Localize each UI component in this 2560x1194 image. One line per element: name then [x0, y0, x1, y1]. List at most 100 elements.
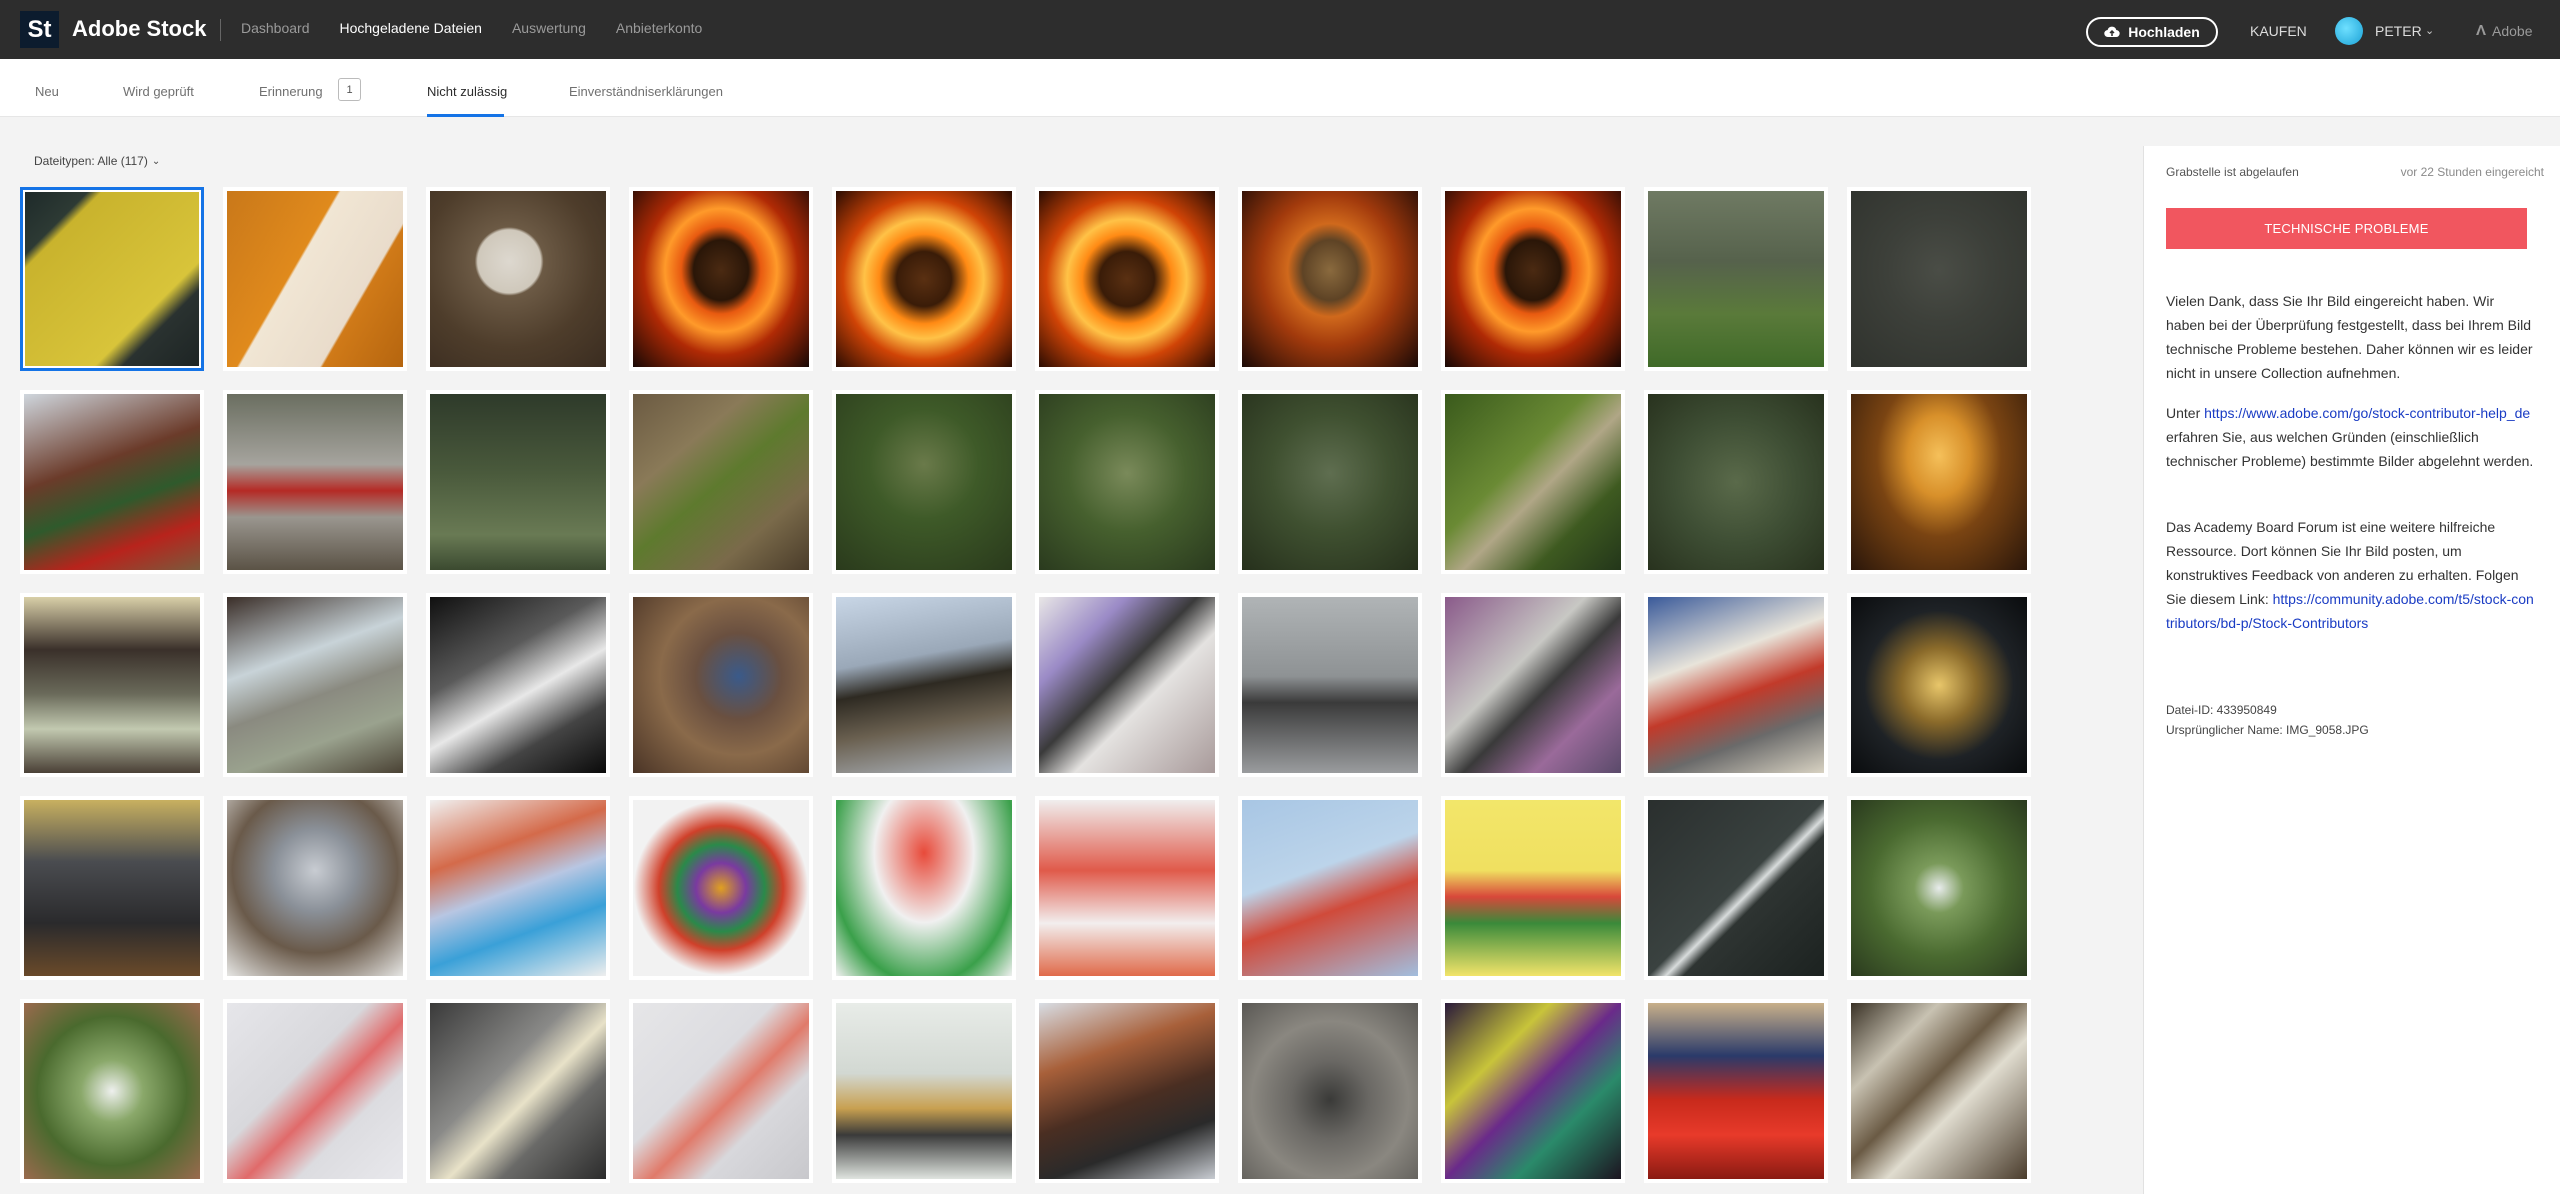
nav-contributor-account[interactable]: Anbieterkonto [616, 20, 702, 36]
app-title[interactable]: Adobe Stock [72, 16, 206, 42]
thumbnail-stairs-metal[interactable] [1847, 999, 2031, 1183]
file-id: Datei-ID: 433950849 [2166, 703, 2277, 717]
thumbnail-image [1851, 800, 2027, 976]
thumbnail-image [1445, 394, 1621, 570]
thumbnail-syringe-hand[interactable] [20, 999, 204, 1183]
tab-releases[interactable]: Einverständniserklärungen [569, 84, 723, 99]
thumbnail-graffiti-wall[interactable] [1035, 593, 1219, 777]
thumbnail-image [430, 1003, 606, 1179]
thumbnail-kid-drawing[interactable] [1441, 796, 1625, 980]
thumbnail-moss-stone[interactable] [1441, 390, 1625, 574]
thumbnail-image [23, 190, 201, 368]
rejection-title: Grabstelle ist abgelaufen [2166, 165, 2299, 179]
thumbnail-image [633, 1003, 809, 1179]
nav-uploaded-files[interactable]: Hochgeladene Dateien [340, 20, 482, 36]
thumbnail-buildings[interactable] [1035, 999, 1219, 1183]
thumbnail-snails-market[interactable] [629, 593, 813, 777]
thumbnail-bw-room[interactable] [426, 593, 610, 777]
tab-new[interactable]: Neu [35, 84, 59, 99]
thumbnail-door-handle[interactable] [223, 187, 407, 371]
tab-not-accepted[interactable]: Nicht zulässig [427, 84, 507, 99]
adobe-stock-logo[interactable]: St [20, 11, 59, 48]
thumbnail-stormtrooper[interactable] [1441, 593, 1625, 777]
reminder-count-badge: 1 [338, 78, 361, 101]
thumbnail-squirrel[interactable] [1238, 999, 1422, 1183]
thumbnail-moss-ornament-2[interactable] [1035, 390, 1219, 574]
thumbnail-moss-ornament-3[interactable] [1238, 390, 1422, 574]
thumbnail-mushroom-drawing[interactable] [832, 796, 1016, 980]
thumbnail-paint-splash[interactable] [629, 796, 813, 980]
rejection-message: Vielen Dank, dass Sie Ihr Bild eingereic… [2166, 293, 2533, 381]
thumbnail-image [1039, 800, 1215, 976]
thumbnail-image [1039, 394, 1215, 570]
tab-reminder[interactable]: Erinnerung [259, 84, 323, 99]
thumbnail-living-room[interactable] [223, 593, 407, 777]
thumbnail-street-art[interactable] [1644, 593, 1828, 777]
buy-link[interactable]: KAUFEN [2250, 23, 2307, 39]
nav-dashboard[interactable]: Dashboard [241, 20, 310, 36]
thumbnail-image [227, 597, 403, 773]
nav-insights[interactable]: Auswertung [512, 20, 586, 36]
avatar[interactable] [2335, 17, 2363, 45]
help-link[interactable]: https://www.adobe.com/go/stock-contribut… [2204, 405, 2530, 421]
thumbnail-graveyard-1[interactable] [1644, 187, 1828, 371]
thumbnail-sofa[interactable] [20, 796, 204, 980]
thumbnail-coffin-fire-4[interactable] [1238, 187, 1422, 371]
thumbnail-coffin-fire-3[interactable] [1035, 187, 1219, 371]
thumbnail-wire-baskets[interactable] [1441, 999, 1625, 1183]
thumbnail-lock-sign[interactable] [426, 187, 610, 371]
thumbnail-moss-ornament-1[interactable] [832, 390, 1016, 574]
thumbnail-moss-relief[interactable] [1644, 390, 1828, 574]
thumbnail-image [227, 800, 403, 976]
thumbnail-armchair-lamp[interactable] [20, 593, 204, 777]
thumbnail-grave-sign[interactable] [20, 187, 204, 371]
thumbnail-image [1445, 800, 1621, 976]
thumbnail-coffin-fire-5[interactable] [1441, 187, 1625, 371]
thumbnail-syringe-table[interactable] [426, 999, 610, 1183]
help-text-pre: Unter [2166, 405, 2205, 421]
thumbnail-image [836, 191, 1012, 367]
thumbnail-image [1851, 1003, 2027, 1179]
thumbnail-image [836, 394, 1012, 570]
thumbnail-image [1039, 1003, 1215, 1179]
thumbnail-xmas-wreath[interactable] [20, 390, 204, 574]
thumbnail-image [1445, 1003, 1621, 1179]
thumbnail-vaccine-paper[interactable] [223, 999, 407, 1183]
thumbnail-syringe-dark[interactable] [1644, 796, 1828, 980]
thumbnail-bicycle[interactable] [1238, 593, 1422, 777]
thumbnail-alarm-sign[interactable] [1847, 593, 2031, 777]
user-menu[interactable]: PETER [2375, 23, 2422, 39]
thumbnail-metropolitain[interactable] [832, 593, 1016, 777]
thumbnail-mossy-grave[interactable] [629, 390, 813, 574]
technical-problems-button[interactable]: TECHNISCHE PROBLEME [2166, 208, 2527, 249]
thumbnail-grid [20, 187, 2040, 1194]
thumbnail-coffin-fire-1[interactable] [629, 187, 813, 371]
thumbnail-red-drawing[interactable] [1035, 796, 1219, 980]
thumbnail-covid-paper[interactable] [629, 999, 813, 1183]
thumbnail-image [227, 191, 403, 367]
file-type-filter[interactable]: Dateitypen: Alle (117) ⌄ [34, 154, 160, 168]
thumbnail-coffin-fire-2[interactable] [832, 187, 1016, 371]
thumbnail-chairs-table[interactable] [832, 999, 1016, 1183]
adobe-logo-icon: Λ [2476, 22, 2487, 39]
thumbnail-image [633, 394, 809, 570]
thumbnail-chalk-drawing[interactable] [426, 796, 610, 980]
thumbnail-image [1242, 800, 1418, 976]
thumbnail-lamp-warm[interactable] [1847, 390, 2031, 574]
thumbnail-image [227, 1003, 403, 1179]
thumbnail-graveyard-2[interactable] [426, 390, 610, 574]
thumbnail-image [1648, 394, 1824, 570]
thumbnail-image [1242, 1003, 1418, 1179]
top-bar: St Adobe Stock Dashboard Hochgeladene Da… [0, 0, 2560, 59]
chevron-down-icon[interactable]: ⌄ [2425, 24, 2434, 37]
thumbnail-image [1851, 191, 2027, 367]
thumbnail-syringe-green[interactable] [1847, 796, 2031, 980]
thumbnail-dried-flowers[interactable] [223, 796, 407, 980]
tab-in-review[interactable]: Wird geprüft [123, 84, 194, 99]
upload-button[interactable]: Hochladen [2086, 17, 2218, 47]
thumbnail-grave-lantern[interactable] [223, 390, 407, 574]
thumbnail-skull-relief[interactable] [1847, 187, 2031, 371]
thumbnail-bird-drawing[interactable] [1238, 796, 1422, 980]
thumbnail-tomatoes[interactable] [1644, 999, 1828, 1183]
adobe-link[interactable]: Λ Adobe [2476, 22, 2533, 39]
